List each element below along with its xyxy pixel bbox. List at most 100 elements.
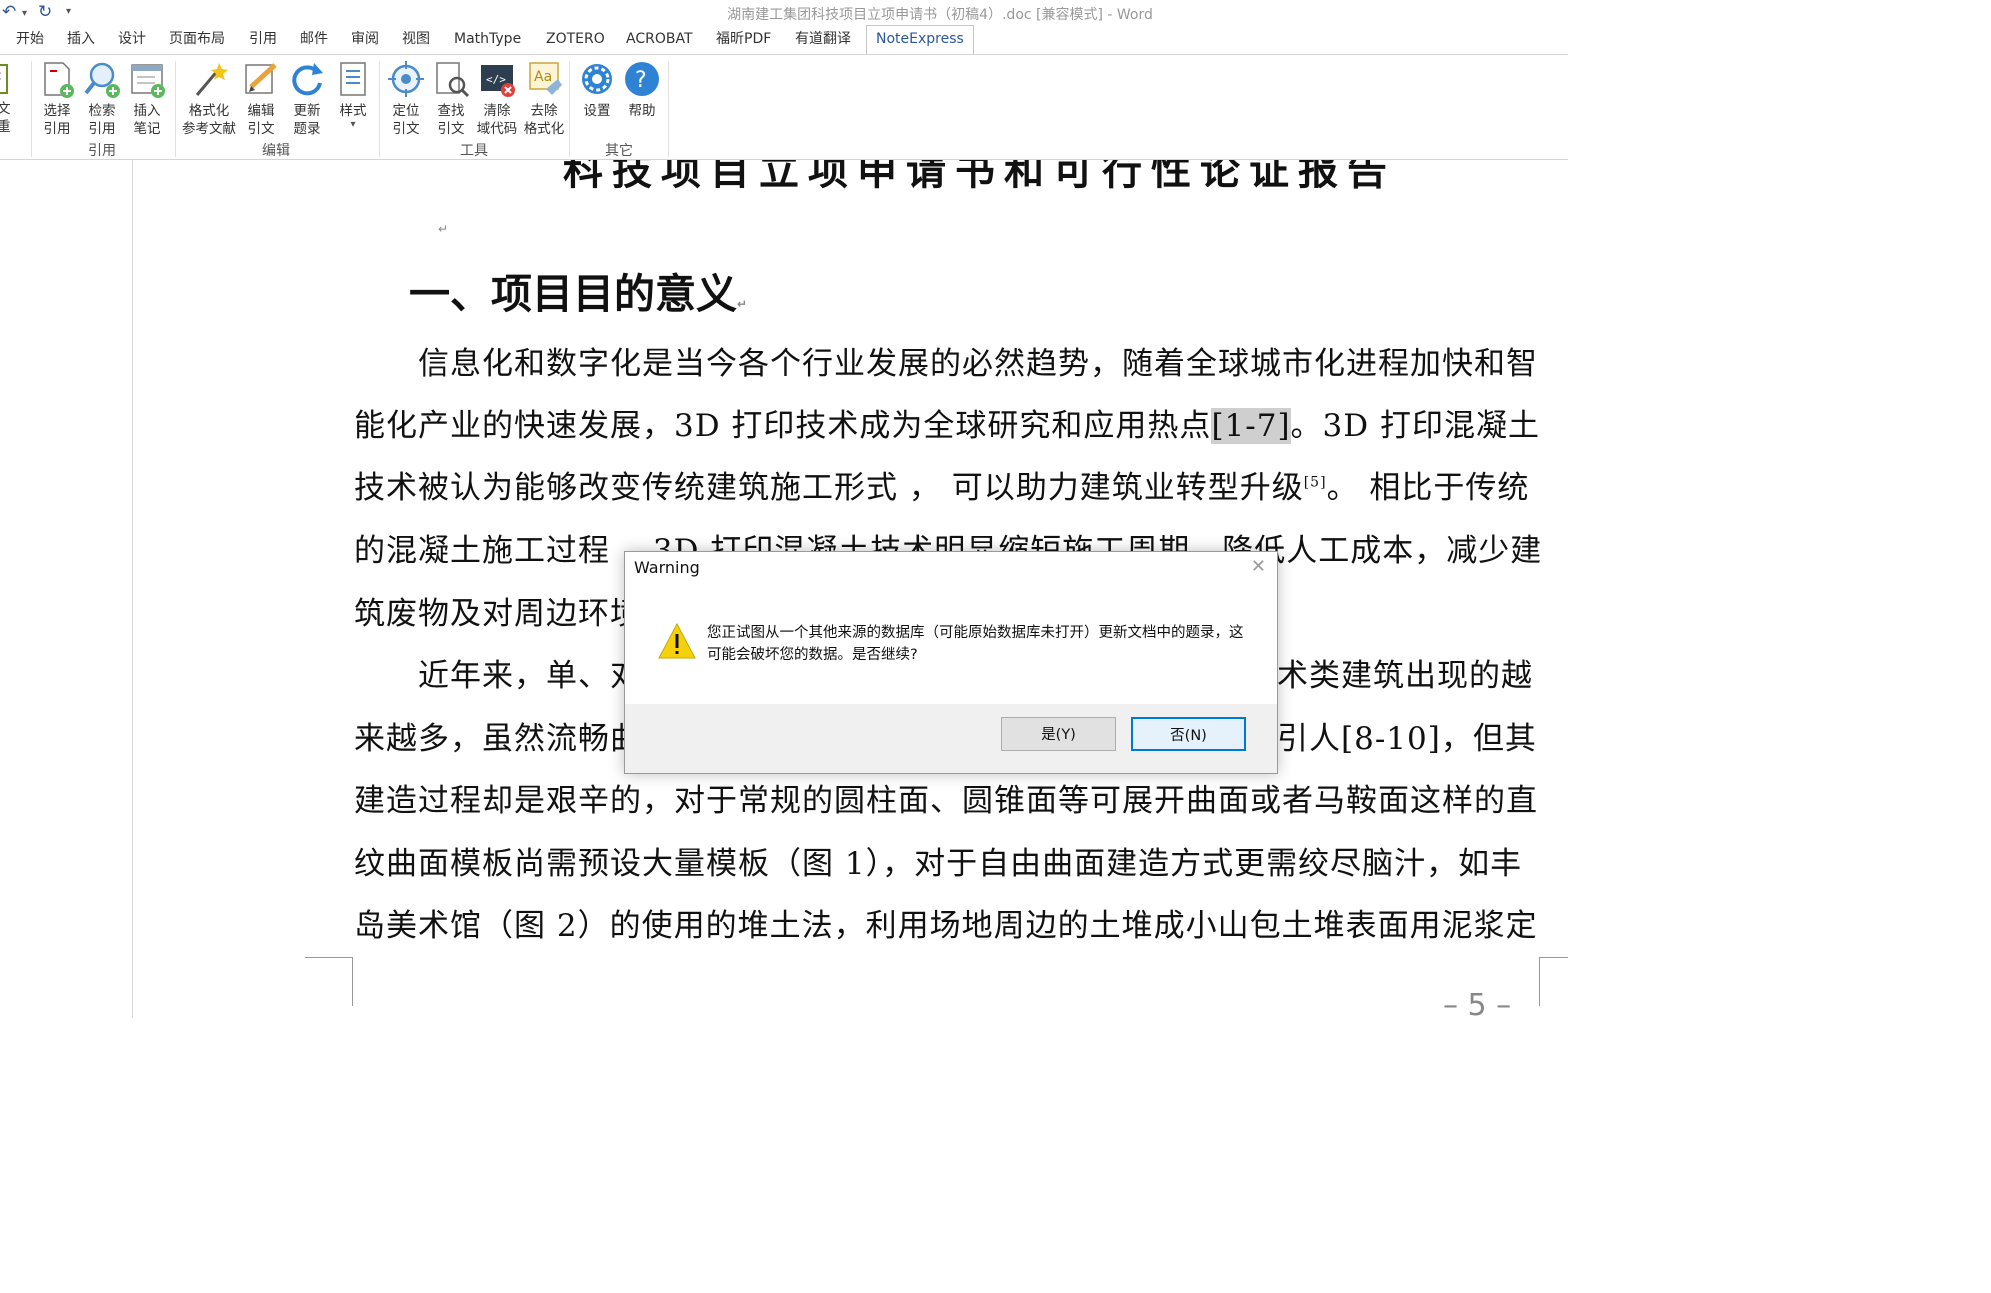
title-bar: ↶ ▾ ↻ ▾ 湖南建工集团科技项目立项申请书（初稿4）.doc [兼容模式] … — [0, 0, 1568, 26]
help-label: 帮助 — [628, 103, 656, 119]
tab-insert[interactable]: 插入 — [67, 26, 95, 53]
tab-mailings[interactable]: 邮件 — [300, 26, 328, 53]
svg-text:</>: </> — [486, 73, 506, 86]
tab-review[interactable]: 审阅 — [351, 26, 379, 53]
search-citation-label: 检索 引用 — [88, 103, 116, 137]
no-button[interactable]: 否(N) — [1131, 717, 1246, 751]
group-divider — [379, 61, 380, 157]
paragraph-line: 岛美术馆（图 2）的使用的堆土法，利用场地周边的土堆成小山包土堆表面用泥浆定 — [354, 908, 1538, 944]
tab-page-layout[interactable]: 页面布局 — [169, 26, 225, 53]
insert-note-button[interactable]: 插入 笔记 — [124, 59, 170, 138]
settings-button[interactable]: 设置 — [574, 59, 620, 120]
paragraph-line: 纹曲面模板尚需预设大量模板（图 1），对于自由曲面建造方式更需绞尽脑汁，如丰 — [354, 846, 1523, 882]
paragraph-line: 建造过程却是艰辛的，对于常规的圆柱面、圆锥面等可展开曲面或者马鞍面这样的直 — [354, 783, 1538, 819]
dialog-title: Warning — [634, 558, 700, 577]
style-icon — [340, 62, 366, 96]
remove-formatting-button[interactable]: Aa 去除 格式化 — [521, 59, 567, 138]
style-label: 样式 — [339, 103, 367, 119]
window-title: 湖南建工集团科技项目立项申请书（初稿4）.doc [兼容模式] - Word — [727, 7, 1153, 23]
page-number: – 5 – — [1443, 988, 1512, 1018]
tab-foxit-pdf[interactable]: 福昕PDF — [716, 26, 771, 53]
group-label-tools: 工具 — [460, 143, 488, 159]
ribbon-tabs: 开始 插入 设计 页面布局 引用 邮件 审阅 视图 MathType ZOTER… — [0, 25, 1568, 55]
tab-view[interactable]: 视图 — [402, 26, 430, 53]
plagiarism-check-icon — [0, 64, 8, 94]
edit-citation-label: 编辑 引文 — [247, 103, 275, 137]
tab-references[interactable]: 引用 — [249, 26, 277, 53]
paragraph-line: 技术被认为能够改变传统建筑施工形式 ， 可以助力建筑业转型升级[5]。 相比于传… — [354, 470, 1530, 506]
group-divider — [175, 61, 176, 157]
update-records-label: 更新 题录 — [293, 103, 321, 137]
search-citation-button[interactable]: 检索 引用 — [79, 59, 125, 138]
tab-mathtype[interactable]: MathType — [454, 26, 521, 53]
find-document-icon — [436, 62, 470, 98]
help-icon: ? — [625, 62, 659, 96]
group-divider — [668, 61, 669, 157]
remove-format-icon: Aa — [529, 62, 562, 95]
yes-button[interactable]: 是(Y) — [1001, 717, 1116, 751]
find-citation-label: 查找 引文 — [437, 103, 465, 137]
tab-youdao[interactable]: 有道翻译 — [795, 26, 851, 53]
insert-note-icon — [131, 64, 165, 98]
citation-superscript[interactable]: [5] — [1304, 475, 1327, 491]
format-bibliography-label: 格式化 参考文献 — [182, 103, 236, 137]
select-citation-label: 选择 引用 — [43, 103, 71, 137]
edit-pencil-icon — [245, 63, 277, 94]
page-corner-mark — [305, 957, 353, 1006]
group-label-other: 其它 — [605, 143, 633, 159]
locate-citation-button[interactable]: 定位 引文 — [383, 59, 429, 138]
navigation-pane — [0, 160, 133, 1018]
clear-field-codes-label: 清除 域代码 — [476, 103, 518, 137]
tab-zotero[interactable]: ZOTERO — [546, 26, 605, 53]
page-corner-mark — [1539, 957, 1568, 1006]
tab-design[interactable]: 设计 — [118, 26, 146, 53]
paragraph-line: 信息化和数字化是当今各个行业发展的必然趋势，随着全球城市化进程加快和智 — [418, 346, 1538, 382]
paragraph-line: 术类建筑出现的越 — [1277, 658, 1533, 694]
paragraph-line: 来越多，虽然流畅曲 — [354, 721, 642, 757]
settings-label: 设置 — [583, 103, 611, 119]
group-divider — [31, 61, 32, 157]
warning-dialog[interactable]: Warning ✕ 您正试图从一个其他来源的数据库（可能原始数据库未打开）更新文… — [624, 551, 1278, 774]
document-title-fragment: 科技项目立项申请书和可行性论证报告 — [563, 160, 1396, 194]
section-heading: 一、项目目的意义↵ — [409, 270, 748, 318]
warning-icon — [658, 622, 696, 659]
magic-wand-icon — [195, 63, 228, 96]
style-button[interactable]: 样式 ▾ — [330, 59, 376, 130]
tab-acrobat[interactable]: ACROBAT — [626, 26, 693, 53]
format-bibliography-button[interactable]: 格式化 参考文献 — [181, 59, 237, 138]
paragraph-line: 能化产业的快速发展，3D 打印技术成为全球研究和应用热点[1-7]。3D 打印混… — [354, 408, 1540, 444]
plagiarism-check-label: 论文 查重 — [0, 101, 11, 135]
ribbon: 论文 查重 选择 引用 检索 引用 插入 笔记 引用 格式化 参考文献 编辑 引… — [0, 55, 1568, 160]
paragraph-line: 引人[8-10]，但其 — [1277, 721, 1537, 757]
remove-formatting-label: 去除 格式化 — [523, 103, 565, 137]
citation-field[interactable]: [1-7] — [1211, 408, 1291, 444]
group-label-edit: 编辑 — [262, 143, 290, 159]
edit-citation-button[interactable]: 编辑 引文 — [238, 59, 284, 138]
search-citation-icon — [84, 62, 120, 98]
plagiarism-check-button[interactable]: 论文 查重 — [0, 59, 20, 136]
refresh-icon — [292, 63, 323, 96]
find-citation-button[interactable]: 查找 引文 — [428, 59, 474, 138]
crosshair-icon — [388, 61, 424, 97]
tab-noteexpress[interactable]: NoteExpress — [866, 25, 974, 55]
insert-note-label: 插入 笔记 — [133, 103, 161, 137]
help-button[interactable]: ? 帮助 — [619, 59, 665, 120]
svg-text:Aa: Aa — [534, 69, 552, 85]
update-records-button[interactable]: 更新 题录 — [284, 59, 330, 138]
paragraph-mark: ↵ — [438, 222, 449, 236]
style-dropdown-icon: ▾ — [350, 119, 356, 130]
tab-home[interactable]: 开始 — [16, 26, 44, 53]
select-citation-button[interactable]: 选择 引用 — [34, 59, 80, 138]
locate-citation-label: 定位 引文 — [392, 103, 420, 137]
paragraph-line: 近年来，单、对 — [418, 658, 642, 694]
group-label-citation: 引用 — [88, 143, 116, 159]
gear-icon — [582, 64, 612, 94]
group-divider — [569, 61, 570, 157]
close-icon[interactable]: ✕ — [1251, 556, 1266, 577]
dialog-footer: 是(Y) 否(N) — [625, 704, 1277, 773]
dialog-message: 您正试图从一个其他来源的数据库（可能原始数据库未打开）更新文档中的题录，这可能会… — [707, 625, 1244, 663]
select-citation-icon — [44, 62, 74, 98]
code-clear-icon: </> — [481, 65, 515, 97]
svg-text:?: ? — [635, 68, 647, 93]
clear-field-codes-button[interactable]: </> 清除 域代码 — [474, 59, 520, 138]
